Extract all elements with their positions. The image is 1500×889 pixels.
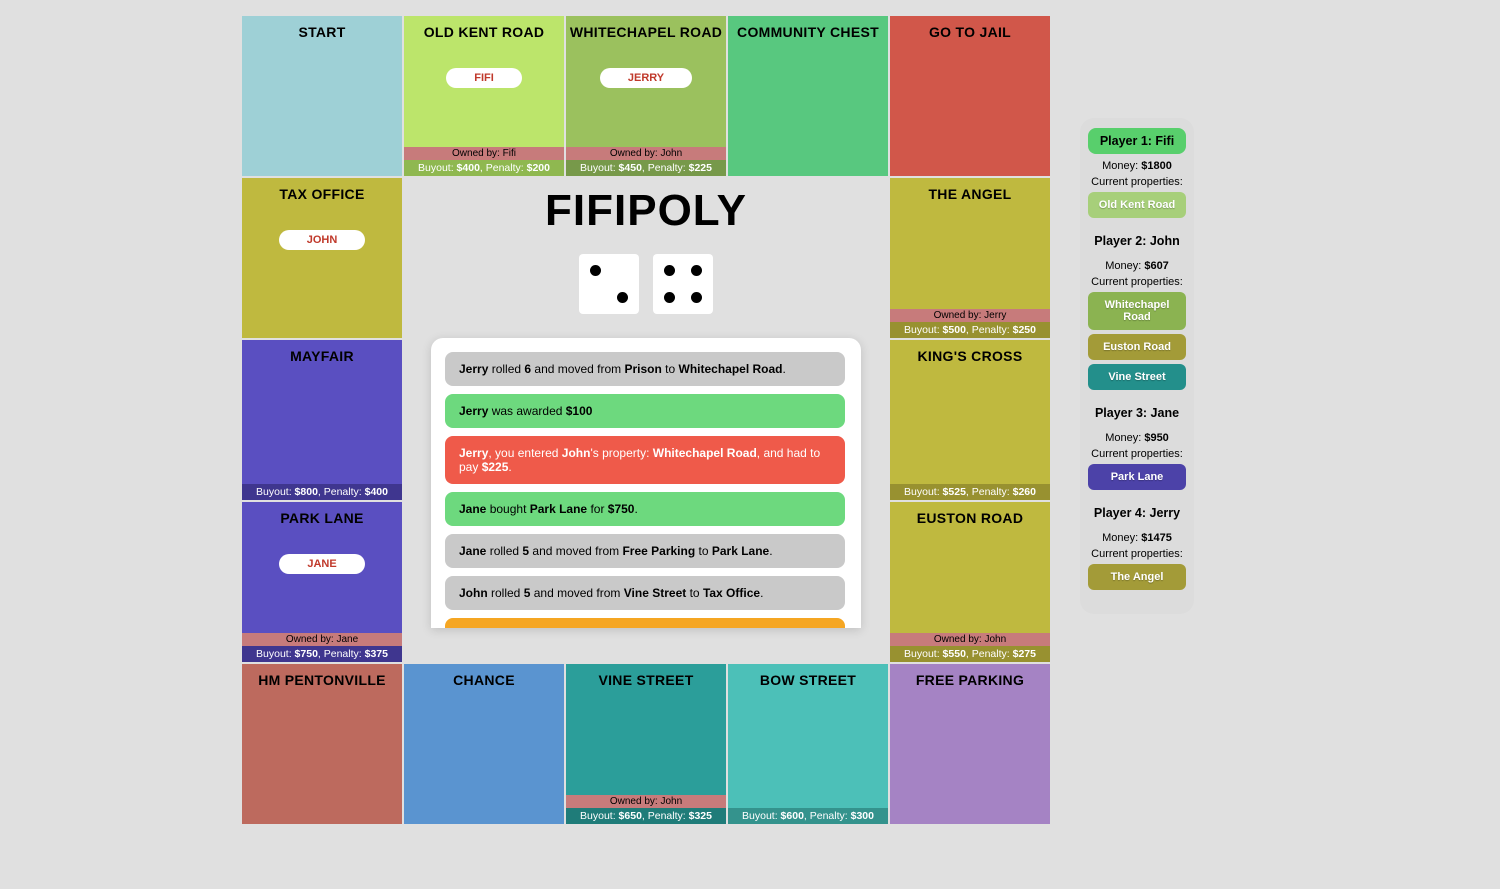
tile-chance[interactable]: CHANCE (404, 664, 564, 824)
tile-label: EUSTON ROAD (917, 510, 1024, 526)
player-token[interactable]: FIFI (446, 68, 522, 88)
current-properties-label: Current properties: (1088, 448, 1186, 460)
current-properties-label: Current properties: (1088, 276, 1186, 288)
event-log: Jerry rolled 6 and moved from Prison to … (431, 338, 861, 628)
player-block: Player 4: Jerry Money: $1475 Current prope… (1088, 500, 1186, 590)
owner-strip: Owned by: Jerry (890, 309, 1050, 322)
tile-label: START (298, 24, 345, 40)
price-strip: Buyout: $400, Penalty: $200 (404, 160, 564, 176)
log-entry: Jerry rolled 6 and moved from Prison to … (445, 352, 845, 386)
owner-strip: Owned by: Jane (242, 633, 402, 646)
price-strip: Buyout: $450, Penalty: $225 (566, 160, 726, 176)
tile-free-parking[interactable]: FREE PARKING (890, 664, 1050, 824)
tile-hm-pentonville[interactable]: HM PENTONVILLE (242, 664, 402, 824)
tile-kings-cross[interactable]: KING'S CROSS Buyout: $525, Penalty: $260 (890, 340, 1050, 500)
player-name: Player 4: Jerry (1088, 500, 1186, 526)
player-money: Money: $950 (1088, 432, 1186, 444)
event-log-scroll[interactable]: Jerry rolled 6 and moved from Prison to … (445, 352, 855, 628)
price-strip: Buyout: $800, Penalty: $400 (242, 484, 402, 500)
log-entry: John, you got in trouble with HMRC. You … (445, 618, 845, 628)
tile-go-to-jail[interactable]: GO TO JAIL (890, 16, 1050, 176)
player-token[interactable]: JANE (279, 554, 364, 574)
player-panel: Player 1: Fifi Money: $1800 Current proper… (1080, 118, 1194, 614)
player-token[interactable]: JERRY (600, 68, 692, 88)
property-pill[interactable]: Euston Road (1088, 334, 1186, 360)
property-pill[interactable]: Vine Street (1088, 364, 1186, 390)
tile-old-kent-road[interactable]: OLD KENT ROAD FIFI Owned by: FifiBuyout: $… (404, 16, 564, 176)
die-2[interactable] (653, 254, 713, 314)
current-properties-label: Current properties: (1088, 176, 1186, 188)
log-entry: Jane rolled 5 and moved from Free Parkin… (445, 534, 845, 568)
owner-strip: Owned by: John (890, 633, 1050, 646)
tile-label: HM PENTONVILLE (258, 672, 386, 688)
tile-whitechapel-road[interactable]: WHITECHAPEL ROAD JERRY Owned by: JohnBuyou… (566, 16, 726, 176)
player-name: Player 2: John (1088, 228, 1186, 254)
player-block: Player 2: John Money: $607 Current propert… (1088, 228, 1186, 390)
tile-vine-street[interactable]: VINE STREET Owned by: JohnBuyout: $650, P… (566, 664, 726, 824)
tile-label: KING'S CROSS (918, 348, 1023, 364)
tile-community-chest[interactable]: COMMUNITY CHEST (728, 16, 888, 176)
log-entry: John rolled 5 and moved from Vine Street… (445, 576, 845, 610)
player-money: Money: $1475 (1088, 532, 1186, 544)
die-1[interactable] (579, 254, 639, 314)
property-pill[interactable]: Park Lane (1088, 464, 1186, 490)
game-title: FIFIPOLY (545, 186, 747, 236)
tile-label: BOW STREET (760, 672, 856, 688)
tile-label: MAYFAIR (290, 348, 354, 364)
tile-label: PARK LANE (280, 510, 363, 526)
tile-start[interactable]: START (242, 16, 402, 176)
tile-label: OLD KENT ROAD (424, 24, 545, 40)
dice-row (579, 254, 713, 314)
log-entry: Jerry, you entered John's property: Whit… (445, 436, 845, 484)
price-strip: Buyout: $600, Penalty: $300 (728, 808, 888, 824)
player-name: Player 3: Jane (1088, 400, 1186, 426)
owner-strip: Owned by: Fifi (404, 147, 564, 160)
owner-strip: Owned by: John (566, 795, 726, 808)
player-block: Player 3: Jane Money: $950 Current propert… (1088, 400, 1186, 490)
price-strip: Buyout: $500, Penalty: $250 (890, 322, 1050, 338)
current-properties-label: Current properties: (1088, 548, 1186, 560)
tile-label: TAX OFFICE (279, 186, 364, 202)
tile-bow-street[interactable]: BOW STREET Buyout: $600, Penalty: $300 (728, 664, 888, 824)
price-strip: Buyout: $650, Penalty: $325 (566, 808, 726, 824)
price-strip: Buyout: $525, Penalty: $260 (890, 484, 1050, 500)
property-pill[interactable]: Old Kent Road (1088, 192, 1186, 218)
tile-label: GO TO JAIL (929, 24, 1011, 40)
board-center: FIFIPOLY Jerry rolled 6 and moved from P… (404, 178, 888, 662)
log-entry: Jane bought Park Lane for $750. (445, 492, 845, 526)
player-money: Money: $607 (1088, 260, 1186, 272)
log-entry: Jerry was awarded $100 (445, 394, 845, 428)
owner-strip: Owned by: John (566, 147, 726, 160)
tile-label: THE ANGEL (928, 186, 1011, 202)
tile-euston-road[interactable]: EUSTON ROAD Owned by: JohnBuyout: $550, P… (890, 502, 1050, 662)
tile-the-angel[interactable]: THE ANGEL Owned by: JerryBuyout: $500, Pe… (890, 178, 1050, 338)
price-strip: Buyout: $550, Penalty: $275 (890, 646, 1050, 662)
tile-label: CHANCE (453, 672, 515, 688)
tile-label: WHITECHAPEL ROAD (570, 24, 722, 40)
player-name: Player 1: Fifi (1088, 128, 1186, 154)
tile-tax-office[interactable]: TAX OFFICE JOHN (242, 178, 402, 338)
property-pill[interactable]: Whitechapel Road (1088, 292, 1186, 330)
game-board: START OLD KENT ROADFIFIOwned by: FifiBuy… (242, 16, 1048, 822)
price-strip: Buyout: $750, Penalty: $375 (242, 646, 402, 662)
tile-label: VINE STREET (598, 672, 693, 688)
player-token[interactable]: JOHN (279, 230, 366, 250)
tile-mayfair[interactable]: MAYFAIR Buyout: $800, Penalty: $400 (242, 340, 402, 500)
tile-label: FREE PARKING (916, 672, 1024, 688)
player-money: Money: $1800 (1088, 160, 1186, 172)
tile-label: COMMUNITY CHEST (737, 24, 879, 40)
property-pill[interactable]: The Angel (1088, 564, 1186, 590)
player-block: Player 1: Fifi Money: $1800 Current proper… (1088, 128, 1186, 218)
tile-park-lane[interactable]: PARK LANE JANE Owned by: JaneBuyout: $750,… (242, 502, 402, 662)
